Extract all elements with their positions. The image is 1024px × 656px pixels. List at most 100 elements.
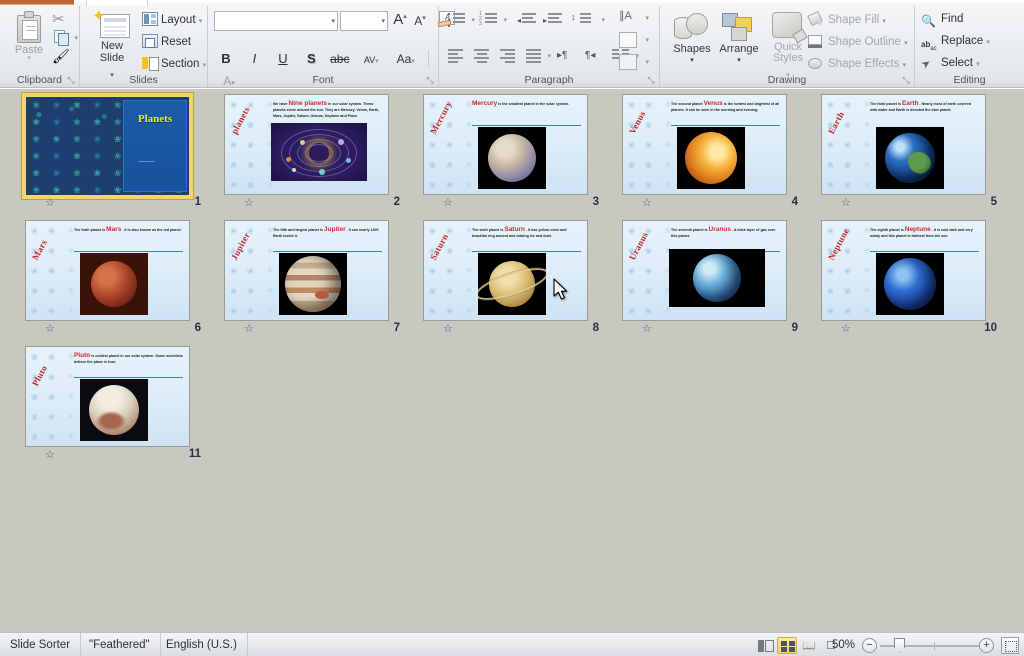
status-view-mode[interactable]: Slide Sorter [0, 633, 82, 656]
transition-star-icon-5[interactable]: ☆ [841, 197, 855, 210]
numbering-caret[interactable]: ▾ [503, 16, 507, 24]
text-direction-ltr-button[interactable]: ▸¶ [557, 46, 579, 66]
align-center-button[interactable] [471, 46, 493, 66]
increase-indent-button[interactable]: ▸ [543, 10, 565, 30]
shape-effects-caret[interactable]: ▾ [903, 62, 907, 69]
justify-caret[interactable]: ▾ [547, 52, 551, 60]
slide-cell-7[interactable]: ❀ ❀ ❀ ❀ ❀ ❀ ❀ ❀ ❀ ❀ ❀ ❀ ❀ ❀ ❀ Jupiter The fifth and … [215, 219, 414, 345]
zoom-out-button[interactable]: − [862, 638, 877, 653]
justify-button[interactable]: ▾ [523, 46, 551, 66]
replace-button[interactable]: abac Replace ▾ [921, 31, 990, 52]
shrink-font-button[interactable]: A▾ [410, 11, 430, 31]
cut-button[interactable]: ✂ [52, 10, 72, 28]
transition-star-icon-8[interactable]: ☆ [443, 323, 457, 336]
slide-cell-5[interactable]: ❀ ❀ ❀ ❀ ❀ ❀ ❀ ❀ ❀ ❀ ❀ ❀ ❀ ❀ ❀ Earth The third planet… [812, 93, 1011, 219]
strikethrough-button[interactable]: abc [328, 48, 352, 70]
paragraph-dialog-launcher[interactable]: ⤡ [646, 75, 656, 85]
slide-cell-10[interactable]: ❀ ❀ ❀ ❀ ❀ ❀ ❀ ❀ ❀ ❀ ❀ ❀ ❀ ❀ ❀ Neptune The eighth pla… [812, 219, 1011, 345]
grow-font-button[interactable]: A▴ [390, 11, 410, 31]
transition-star-icon-3[interactable]: ☆ [443, 197, 457, 210]
numbering-button[interactable]: 123 ▾ [479, 10, 507, 30]
text-direction-rtl-button[interactable]: ¶◂ [585, 46, 607, 66]
fit-slide-to-window-button[interactable] [1001, 637, 1019, 654]
text-direction-caret[interactable]: ▾ [645, 14, 649, 22]
font-size-input[interactable]: ▾ [340, 11, 388, 31]
slide-cell-4[interactable]: ❀ ❀ ❀ ❀ ❀ ❀ ❀ ❀ ❀ ❀ ❀ ❀ ❀ ❀ ❀ Venus The second plane… [613, 93, 812, 219]
decrease-indent-button[interactable]: ◂ [517, 10, 539, 30]
slide-sorter-view-button[interactable] [777, 637, 797, 654]
align-text-button[interactable]: ▾ [617, 30, 649, 52]
slide-sorter-pane[interactable]: ❀❀❀❀❀❀❀❀ ❀❀❀❀❀❀❀❀ ❀❀❀❀❀❀❀❀ ❀❀❀❀❀❀❀❀ ❀❀❀❀… [0, 89, 1024, 632]
status-language[interactable]: English (U.S.) [156, 633, 248, 656]
transition-star-icon-1[interactable]: ☆ [45, 197, 59, 210]
italic-button[interactable]: I [242, 48, 266, 70]
line-spacing-button[interactable]: ↕ ▾ [571, 10, 605, 30]
slide-thumbnail-8[interactable]: ❀ ❀ ❀ ❀ ❀ ❀ ❀ ❀ ❀ ❀ ❀ ❀ ❀ ❀ ❀ Saturn The sixth plane… [423, 220, 588, 321]
transition-star-icon-7[interactable]: ☆ [244, 323, 258, 336]
slide-cell-3[interactable]: ❀ ❀ ❀ ❀ ❀ ❀ ❀ ❀ ❀ ❀ ❀ ❀ ❀ ❀ ❀ Mercury Mercury is the… [414, 93, 613, 219]
slide-thumbnail-6[interactable]: ❀ ❀ ❀ ❀ ❀ ❀ ❀ ❀ ❀ ❀ ❀ ❀ ❀ ❀ ❀ Mars The forth planet … [25, 220, 190, 321]
underline-button[interactable]: U [271, 48, 295, 70]
find-button[interactable]: 🔍 Find [921, 9, 963, 30]
section-button[interactable]: Section ▾ [142, 54, 206, 74]
slide-thumbnail-5[interactable]: ❀ ❀ ❀ ❀ ❀ ❀ ❀ ❀ ❀ ❀ ❀ ❀ ❀ ❀ ❀ Earth The third planet… [821, 94, 986, 195]
slide-cell-1[interactable]: ❀❀❀❀❀❀❀❀ ❀❀❀❀❀❀❀❀ ❀❀❀❀❀❀❀❀ ❀❀❀❀❀❀❀❀ ❀❀❀❀… [16, 93, 215, 219]
copy-button[interactable]: ▾ [52, 28, 78, 46]
slide-thumbnail-9[interactable]: ❀ ❀ ❀ ❀ ❀ ❀ ❀ ❀ ❀ ❀ ❀ ❀ ❀ ❀ ❀ Uranus The seventh pla… [622, 220, 787, 321]
transition-star-icon-11[interactable]: ☆ [45, 449, 59, 462]
arrange-caret[interactable]: ▾ [712, 55, 766, 66]
slide-cell-2[interactable]: ❀ ❀ ❀ ❀ ❀ ❀ ❀ ❀ ❀ ❀ ❀ ❀ ❀ ❀ ❀ planets We have Nine p… [215, 93, 414, 219]
slide-cell-9[interactable]: ❀ ❀ ❀ ❀ ❀ ❀ ❀ ❀ ❀ ❀ ❀ ❀ ❀ ❀ ❀ Uranus The seventh pla… [613, 219, 812, 345]
shape-outline-button[interactable]: Shape Outline ▾ [808, 32, 908, 52]
font-name-input[interactable]: ▾ [214, 11, 338, 31]
quick-styles-button[interactable]: Quick Styles ▾ [766, 9, 810, 79]
shape-outline-caret[interactable]: ▾ [904, 40, 908, 47]
character-spacing-button[interactable]: AV▾ [356, 48, 386, 70]
line-spacing-caret[interactable]: ▾ [601, 16, 605, 24]
zoom-slider-handle[interactable] [894, 638, 905, 653]
tab-home-active[interactable] [0, 0, 74, 5]
shapes-button[interactable]: Shapes ▾ [668, 9, 716, 71]
smartart-caret[interactable]: ▾ [645, 58, 649, 66]
copy-dropdown-arrow[interactable]: ▾ [74, 34, 78, 42]
section-caret[interactable]: ▾ [203, 62, 207, 69]
transition-star-icon-9[interactable]: ☆ [642, 323, 656, 336]
drawing-dialog-launcher[interactable]: ⤡ [901, 75, 911, 85]
slide-cell-8[interactable]: ❀ ❀ ❀ ❀ ❀ ❀ ❀ ❀ ❀ ❀ ❀ ❀ ❀ ❀ ❀ Saturn The sixth plane… [414, 219, 613, 345]
reset-button[interactable]: Reset [142, 32, 191, 52]
normal-view-button[interactable] [755, 637, 775, 654]
transition-star-icon-4[interactable]: ☆ [642, 197, 656, 210]
layout-button[interactable]: Layout ▾ [142, 10, 202, 30]
font-dialog-launcher[interactable]: ⤡ [425, 75, 435, 85]
zoom-in-button[interactable]: + [979, 638, 994, 653]
layout-caret[interactable]: ▾ [199, 18, 203, 25]
slide-thumbnail-1[interactable]: ❀❀❀❀❀❀❀❀ ❀❀❀❀❀❀❀❀ ❀❀❀❀❀❀❀❀ ❀❀❀❀❀❀❀❀ ❀❀❀❀… [22, 93, 193, 199]
new-slide-button[interactable]: ✦ New Slide ▾ [86, 8, 138, 79]
slide-thumbnail-7[interactable]: ❀ ❀ ❀ ❀ ❀ ❀ ❀ ❀ ❀ ❀ ❀ ❀ ❀ ❀ ❀ Jupiter The fifth and … [224, 220, 389, 321]
convert-to-smartart-button[interactable]: ▾ [617, 52, 649, 74]
bold-button[interactable]: B [214, 48, 238, 70]
align-right-button[interactable] [497, 46, 519, 66]
format-painter-button[interactable]: 🖌 [52, 48, 72, 66]
bullets-button[interactable]: ▾ [447, 10, 475, 30]
slide-cell-11[interactable]: ❀ ❀ ❀ ❀ ❀ ❀ ❀ ❀ ❀ ❀ ❀ ❀ ❀ ❀ ❀ Pluto Pluto is coldest… [16, 345, 215, 471]
zoom-level-label[interactable]: 50% [832, 633, 855, 656]
slide-thumbnail-4[interactable]: ❀ ❀ ❀ ❀ ❀ ❀ ❀ ❀ ❀ ❀ ❀ ❀ ❀ ❀ ❀ Venus The second plane… [622, 94, 787, 195]
align-left-button[interactable] [445, 46, 467, 66]
change-case-button[interactable]: Aa▾ [391, 48, 421, 70]
shapes-caret[interactable]: ▾ [668, 55, 716, 66]
slide-cell-6[interactable]: ❀ ❀ ❀ ❀ ❀ ❀ ❀ ❀ ❀ ❀ ❀ ❀ ❀ ❀ ❀ Mars The forth planet … [16, 219, 215, 345]
select-button[interactable]: Select ▾ [921, 53, 980, 74]
text-direction-button[interactable]: ∥A ▾ [617, 8, 649, 30]
shape-fill-button[interactable]: Shape Fill ▾ [808, 10, 886, 30]
status-theme[interactable]: "Feathered" [79, 633, 161, 656]
shape-effects-button[interactable]: Shape Effects ▾ [808, 54, 906, 74]
arrange-button[interactable]: Arrange ▾ [712, 9, 766, 71]
paste-dropdown-arrow[interactable]: ▾ [6, 55, 52, 62]
transition-star-icon-2[interactable]: ☆ [244, 197, 258, 210]
shape-fill-caret[interactable]: ▾ [882, 18, 886, 25]
transition-star-icon-6[interactable]: ☆ [45, 323, 59, 336]
paste-button[interactable]: Paste ▾ [6, 9, 52, 67]
slide-thumbnail-11[interactable]: ❀ ❀ ❀ ❀ ❀ ❀ ❀ ❀ ❀ ❀ ❀ ❀ ❀ ❀ ❀ Pluto Pluto is coldest… [25, 346, 190, 447]
replace-caret[interactable]: ▾ [986, 39, 990, 46]
